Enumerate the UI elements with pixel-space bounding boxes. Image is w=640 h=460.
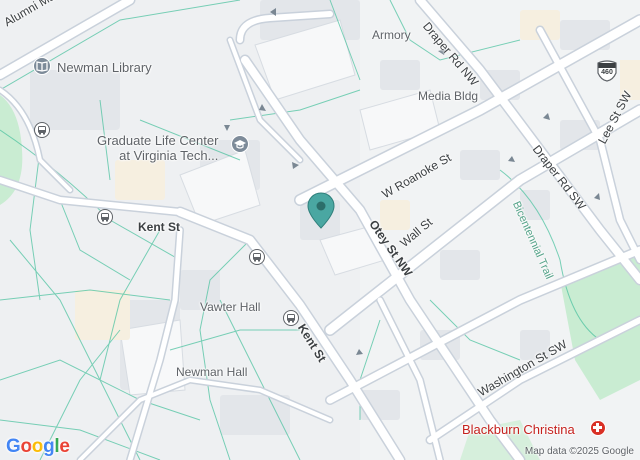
route-shield-number: 460 [601,69,613,76]
place-label-graduate-life-center[interactable]: Graduate Life Center at Virginia Tech... [97,133,218,163]
place-label-newman-library[interactable]: Newman Library [57,61,152,74]
bus-stop-icon[interactable] [97,209,113,225]
map-canvas[interactable]: Alumni Mall Armory Draper Rd NW Newman L… [0,0,640,460]
bus-stop-icon[interactable] [249,249,265,265]
place-label-media-bldg: Media Bldg [418,89,479,103]
location-pin-icon[interactable] [307,192,335,230]
library-icon[interactable] [33,57,51,75]
bus-stop-icon[interactable] [34,122,50,138]
place-label-newman-hall: Newman Hall [176,365,248,379]
place-label-blackburn-christina[interactable]: Blackburn Christina [462,423,575,436]
bus-stop-icon[interactable] [283,310,299,326]
route-shield: 460 [597,60,617,82]
road-label-kent-st-west: Kent St [138,220,180,234]
place-label-armory: Armory [372,28,411,42]
graduation-cap-icon[interactable] [231,135,249,153]
place-label-vawter-hall: Vawter Hall [200,300,261,314]
map-attribution[interactable]: Map data ©2025 Google [525,446,634,457]
google-logo: Google [6,436,70,457]
hospital-icon[interactable] [590,420,606,436]
